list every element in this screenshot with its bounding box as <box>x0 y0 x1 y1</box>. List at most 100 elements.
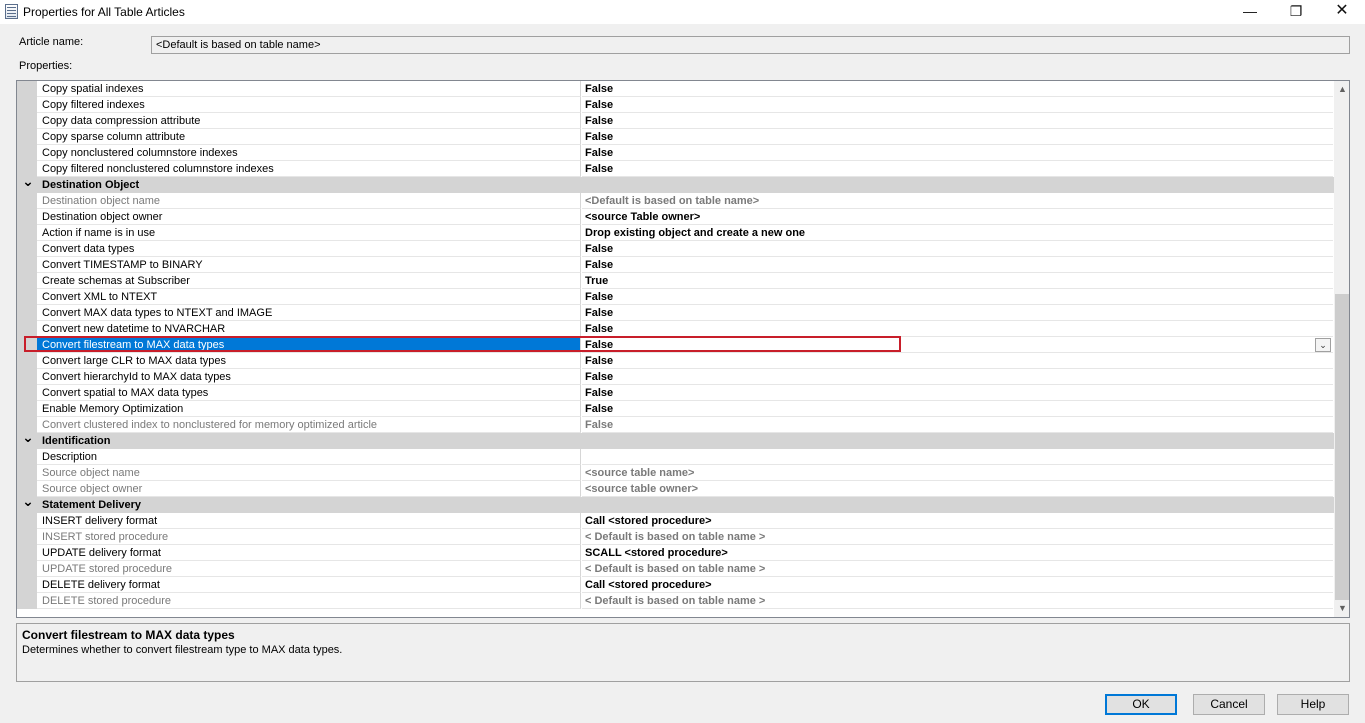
close-button[interactable]: ✕ <box>1319 0 1365 24</box>
chevron-down-icon[interactable]: ⌄ <box>21 430 35 449</box>
grid-row[interactable]: Action if name is in use Drop existing ob… <box>17 225 1334 241</box>
property-value[interactable]: False <box>582 321 1333 337</box>
grid-row-gutter <box>17 529 37 545</box>
property-value[interactable]: <source Table owner> <box>582 209 1333 225</box>
help-button[interactable]: Help <box>1277 694 1349 715</box>
property-name: Action if name is in use <box>37 225 581 241</box>
property-value[interactable]: False <box>582 369 1333 385</box>
property-value[interactable]: < Default is based on table name > <box>582 561 1333 577</box>
property-name: Convert XML to NTEXT <box>37 289 581 305</box>
grid-row[interactable]: Copy nonclustered columnstore indexes Fal… <box>17 145 1334 161</box>
property-name: Convert hierarchyId to MAX data types <box>37 369 581 385</box>
property-value[interactable]: False <box>582 417 1333 433</box>
grid-row[interactable]: Convert XML to NTEXT False <box>17 289 1334 305</box>
property-name: Destination object owner <box>37 209 581 225</box>
grid-row[interactable]: DELETE delivery format Call <stored proce… <box>17 577 1334 593</box>
grid-row[interactable]: Destination object name <Default is based… <box>17 193 1334 209</box>
grid-row[interactable]: Copy filtered nonclustered columnstore i… <box>17 161 1334 177</box>
grid-row-gutter <box>17 337 37 353</box>
cancel-button[interactable]: Cancel <box>1193 694 1265 715</box>
ok-button[interactable]: OK <box>1105 694 1177 715</box>
vertical-scrollbar[interactable]: ▲ ▼ <box>1334 81 1349 617</box>
article-name-field[interactable]: <Default is based on table name> <box>151 36 1350 54</box>
grid-row-gutter <box>17 593 37 609</box>
property-name: Convert data types <box>37 241 581 257</box>
property-value[interactable]: < Default is based on table name > <box>582 529 1333 545</box>
grid-row[interactable]: Convert large CLR to MAX data types False <box>17 353 1334 369</box>
grid-row[interactable]: Convert hierarchyId to MAX data types Fal… <box>17 369 1334 385</box>
grid-row-selected[interactable]: Convert filestream to MAX data types Fals… <box>17 337 1334 353</box>
property-value[interactable]: Drop existing object and create a new on… <box>582 225 1333 241</box>
chevron-down-icon[interactable]: ⌄ <box>21 494 35 513</box>
property-name: Convert clustered index to nonclustered … <box>37 417 581 433</box>
property-value[interactable]: <source table owner> <box>582 481 1333 497</box>
grid-row[interactable]: Convert MAX data types to NTEXT and IMAG… <box>17 305 1334 321</box>
grid-row-gutter <box>17 449 37 465</box>
grid-row-gutter <box>17 465 37 481</box>
grid-row[interactable]: Description <box>17 449 1334 465</box>
property-value[interactable]: False <box>582 241 1333 257</box>
property-name: Description <box>37 449 581 465</box>
scroll-down-icon[interactable]: ▼ <box>1334 600 1349 617</box>
maximize-button[interactable]: ❐ <box>1273 0 1319 24</box>
value-dropdown-icon[interactable]: ⌄ <box>1315 338 1331 352</box>
grid-row[interactable]: Convert spatial to MAX data types False <box>17 385 1334 401</box>
minimize-button[interactable]: — <box>1227 0 1273 24</box>
property-value[interactable]: False <box>582 305 1333 321</box>
property-name: Convert spatial to MAX data types <box>37 385 581 401</box>
grid-row[interactable]: Convert clustered index to nonclustered … <box>17 417 1334 433</box>
property-value[interactable]: False <box>582 385 1333 401</box>
property-value[interactable]: Call <stored procedure> <box>582 577 1333 593</box>
scroll-up-icon[interactable]: ▲ <box>1334 81 1349 98</box>
grid-row-gutter <box>17 257 37 273</box>
property-value[interactable]: False <box>582 401 1333 417</box>
property-name: INSERT delivery format <box>37 513 581 529</box>
grid-row[interactable]: Source object owner <source table owner> <box>17 481 1334 497</box>
property-value[interactable]: <source table name> <box>582 465 1333 481</box>
scroll-thumb[interactable] <box>1335 294 1349 600</box>
grid-row[interactable]: Enable Memory Optimization False <box>17 401 1334 417</box>
property-value[interactable]: False <box>582 145 1333 161</box>
grid-category[interactable]: ⌄ Statement Delivery <box>17 494 1334 513</box>
grid-row[interactable]: Convert TIMESTAMP to BINARY False <box>17 257 1334 273</box>
grid-row[interactable]: Convert data types False <box>17 241 1334 257</box>
property-value[interactable]: False <box>582 97 1333 113</box>
property-value[interactable]: False <box>582 257 1333 273</box>
grid-row[interactable]: DELETE stored procedure < Default is base… <box>17 593 1334 609</box>
grid-category[interactable]: ⌄ Destination Object <box>17 174 1334 193</box>
chevron-down-icon[interactable]: ⌄ <box>21 174 35 193</box>
grid-row-gutter <box>17 193 37 209</box>
property-value[interactable]: False <box>582 353 1333 369</box>
grid-row[interactable]: Copy spatial indexes False <box>17 81 1334 97</box>
grid-row[interactable]: Convert new datetime to NVARCHAR False <box>17 321 1334 337</box>
property-value[interactable]: Call <stored procedure> <box>582 513 1333 529</box>
grid-row-gutter <box>17 129 37 145</box>
property-value[interactable]: False <box>582 129 1333 145</box>
property-value[interactable] <box>582 449 1333 465</box>
grid-row[interactable]: Copy filtered indexes False <box>17 97 1334 113</box>
property-value[interactable]: False <box>582 337 1333 353</box>
grid-row[interactable]: UPDATE delivery format SCALL <stored proc… <box>17 545 1334 561</box>
property-value[interactable]: False <box>582 161 1333 177</box>
property-value[interactable]: False <box>582 81 1333 97</box>
grid-row[interactable]: Create schemas at Subscriber True <box>17 273 1334 289</box>
grid-row[interactable]: Destination object owner <source Table ow… <box>17 209 1334 225</box>
grid-category[interactable]: ⌄ Identification <box>17 430 1334 449</box>
grid-row[interactable]: Source object name <source table name> <box>17 465 1334 481</box>
grid-row-gutter <box>17 305 37 321</box>
property-grid[interactable]: Copy spatial indexes False Copy filtered i… <box>16 80 1350 618</box>
grid-row[interactable]: INSERT delivery format Call <stored proce… <box>17 513 1334 529</box>
grid-row-gutter <box>17 145 37 161</box>
grid-row-gutter <box>17 81 37 97</box>
property-value[interactable]: False <box>582 289 1333 305</box>
grid-row[interactable]: INSERT stored procedure < Default is base… <box>17 529 1334 545</box>
property-value[interactable]: < Default is based on table name > <box>582 593 1333 609</box>
property-value[interactable]: True <box>582 273 1333 289</box>
grid-row[interactable]: Copy sparse column attribute False <box>17 129 1334 145</box>
property-name: Source object name <box>37 465 581 481</box>
property-value[interactable]: SCALL <stored procedure> <box>582 545 1333 561</box>
property-value[interactable]: False <box>582 113 1333 129</box>
property-value[interactable]: <Default is based on table name> <box>582 193 1333 209</box>
grid-row[interactable]: Copy data compression attribute False <box>17 113 1334 129</box>
grid-row[interactable]: UPDATE stored procedure < Default is base… <box>17 561 1334 577</box>
